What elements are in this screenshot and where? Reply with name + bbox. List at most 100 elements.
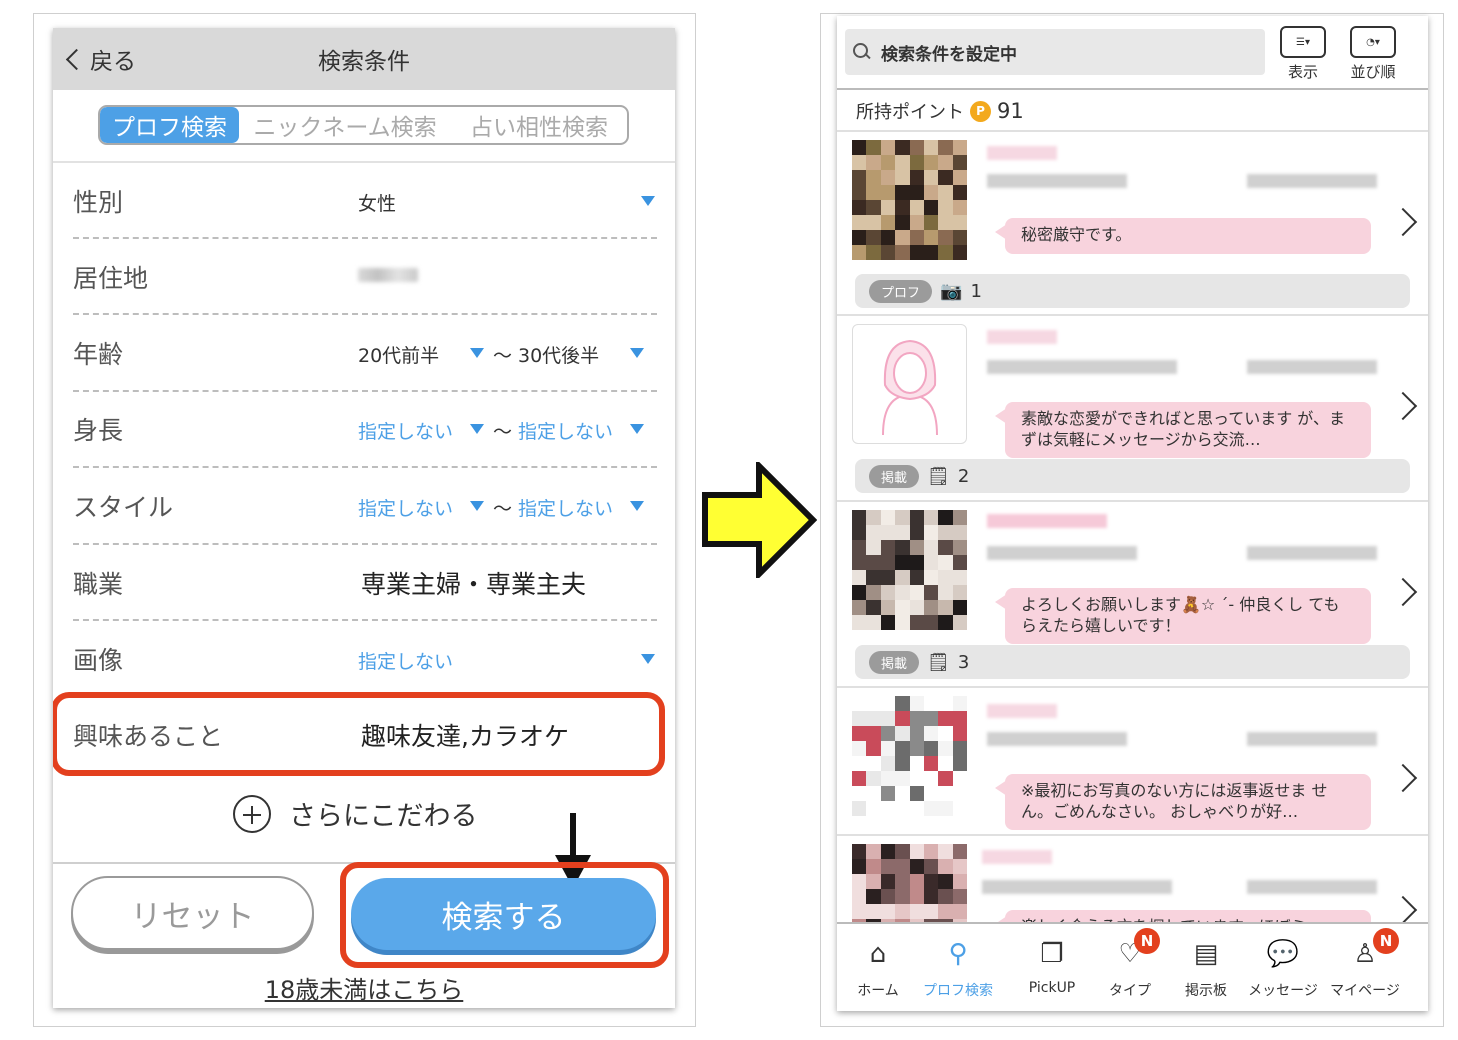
range-separator: 〜 xyxy=(493,345,513,367)
mosaic-tile xyxy=(880,726,896,741)
job-select[interactable]: 専業主婦・専業主夫 xyxy=(361,565,586,601)
mosaic-tile xyxy=(866,230,881,245)
dropdown-arrow-icon[interactable] xyxy=(630,424,644,434)
dropdown-arrow-icon[interactable] xyxy=(470,501,484,511)
new-badge: N xyxy=(1373,928,1399,954)
under-18-link[interactable]: 18歳未満はこちら xyxy=(53,970,675,1005)
camera-icon: 📷 xyxy=(940,280,963,302)
mosaic-tile xyxy=(852,889,867,904)
mosaic-tile xyxy=(952,786,967,801)
mosaic-tile xyxy=(909,540,924,555)
residence-value-blurred[interactable] xyxy=(358,268,418,282)
tag-badge: 掲載 xyxy=(869,464,920,488)
mosaic-tile xyxy=(895,185,910,200)
mosaic-tile xyxy=(938,525,953,540)
chevron-right-icon[interactable] xyxy=(1388,207,1418,237)
more-options-button[interactable]: さらにこだわる xyxy=(233,794,477,833)
style-from-select[interactable]: 指定しない xyxy=(358,494,453,521)
mosaic-tile xyxy=(909,696,924,711)
username-blurred xyxy=(987,514,1107,528)
height-to-select[interactable]: 指定しない xyxy=(518,417,613,444)
mosaic-tile xyxy=(923,696,939,711)
mosaic-tile xyxy=(952,200,967,215)
tab-pickup[interactable]: ❐ PickUP xyxy=(1013,936,1091,996)
home-icon: ⌂ xyxy=(869,939,887,969)
mosaic-tile xyxy=(923,185,939,200)
gender-select[interactable]: 女性 xyxy=(358,189,396,216)
mosaic-tile xyxy=(923,786,939,801)
chevron-right-icon[interactable] xyxy=(1388,895,1418,925)
tab-nickname-search[interactable]: ニックネーム検索 xyxy=(239,107,451,143)
profile-card[interactable]: よろしくお願いします🧸☆ ´- 仲良くし てもらえたら嬉しいです！ 掲載 🗒 3 xyxy=(837,502,1428,685)
tab-label: タイプ xyxy=(1109,983,1151,999)
display-toggle-button[interactable]: ☰▾ 表示 xyxy=(1274,26,1332,82)
mosaic-tile xyxy=(880,771,896,786)
tab-board[interactable]: ▤ 掲示板 xyxy=(1167,936,1245,1000)
mosaic-tile xyxy=(852,215,867,230)
mosaic-tile xyxy=(938,771,953,786)
style-to-select[interactable]: 指定しない xyxy=(518,494,613,521)
tab-type[interactable]: ♡ N タイプ xyxy=(1091,928,1169,1000)
tab-label: メッセージ xyxy=(1248,983,1318,999)
dropdown-arrow-icon[interactable] xyxy=(641,654,655,664)
age-to-select[interactable]: 30代後半 xyxy=(518,341,599,368)
tab-message[interactable]: 💬 メッセージ xyxy=(1244,936,1322,1000)
age-from-select[interactable]: 20代前半 xyxy=(358,341,439,368)
search-conditions-screen: 戻る 検索条件 プロフ検索 ニックネーム検索 占い相性検索 性別 女性 居住地 … xyxy=(53,28,675,1008)
search-icon: ⚲ xyxy=(948,939,968,969)
mosaic-tile xyxy=(909,245,924,260)
dropdown-arrow-icon[interactable] xyxy=(641,196,655,206)
mosaic-tile xyxy=(952,904,967,919)
mosaic-tile xyxy=(952,525,967,540)
chevron-right-icon[interactable] xyxy=(1388,391,1418,421)
dropdown-arrow-icon[interactable] xyxy=(630,501,644,511)
tab-mypage[interactable]: ♙ N マイページ xyxy=(1326,928,1404,1000)
avatar xyxy=(852,696,967,816)
height-label: 身長 xyxy=(73,416,124,445)
tab-profile-search[interactable]: ⚲ プロフ検索 xyxy=(919,936,997,1000)
sort-order-button[interactable]: ◔▾ 並び順 xyxy=(1344,26,1402,82)
mosaic-tile xyxy=(952,801,967,816)
mosaic-tile xyxy=(880,615,896,630)
search-conditions-bar[interactable]: 検索条件を設定中 xyxy=(845,29,1265,75)
mosaic-tile xyxy=(923,140,939,155)
tab-home[interactable]: ⌂ ホーム xyxy=(839,936,917,1000)
chevron-right-icon[interactable] xyxy=(1388,577,1418,607)
mosaic-tile xyxy=(909,844,924,859)
residence-label: 居住地 xyxy=(73,264,149,293)
mosaic-tile xyxy=(895,200,910,215)
profile-card[interactable]: ※最初にお写真のない方には返事返せま せん。ごめんなさい。 おしゃべりが好… xyxy=(837,688,1428,833)
dropdown-arrow-icon[interactable] xyxy=(470,348,484,358)
mosaic-tile xyxy=(923,245,939,260)
height-from-select[interactable]: 指定しない xyxy=(358,417,453,444)
profile-card[interactable]: 秘密厳守です。 プロフ 📷 1 xyxy=(837,132,1428,314)
mosaic-tile xyxy=(895,771,910,786)
tab-label: 掲示板 xyxy=(1185,983,1227,999)
tab-profile-search[interactable]: プロフ検索 xyxy=(100,107,239,143)
mosaic-tile xyxy=(852,570,867,585)
person-icon: ♙ N xyxy=(1347,928,1399,972)
profile-card[interactable]: 楽しく会える方を探しています。ほぼミ xyxy=(837,836,1428,926)
mosaic-tile xyxy=(952,540,967,555)
dropdown-arrow-icon[interactable] xyxy=(470,424,484,434)
mosaic-tile xyxy=(938,711,953,726)
mosaic-tile xyxy=(866,185,881,200)
mosaic-tile xyxy=(866,200,881,215)
mosaic-tile xyxy=(938,230,953,245)
mosaic-tile xyxy=(952,230,967,245)
mosaic-tile xyxy=(909,889,924,904)
mosaic-tile xyxy=(909,570,924,585)
dropdown-arrow-icon[interactable] xyxy=(630,348,644,358)
mosaic-tile xyxy=(895,585,910,600)
tab-fortune-search[interactable]: 占い相性検索 xyxy=(451,107,627,143)
image-select[interactable]: 指定しない xyxy=(358,647,453,674)
reset-button[interactable]: リセット xyxy=(71,876,314,950)
mosaic-tile xyxy=(895,170,910,185)
mosaic-tile xyxy=(909,585,924,600)
profile-card[interactable]: 素敵な恋愛ができればと思っています が、まずは気軽にメッセージから交流… 掲載 … xyxy=(837,316,1428,499)
chevron-right-icon[interactable] xyxy=(1388,763,1418,793)
mosaic-tile xyxy=(952,155,967,170)
plus-circle-icon xyxy=(233,794,271,833)
mosaic-tile xyxy=(895,711,910,726)
mosaic-tile xyxy=(895,786,910,801)
